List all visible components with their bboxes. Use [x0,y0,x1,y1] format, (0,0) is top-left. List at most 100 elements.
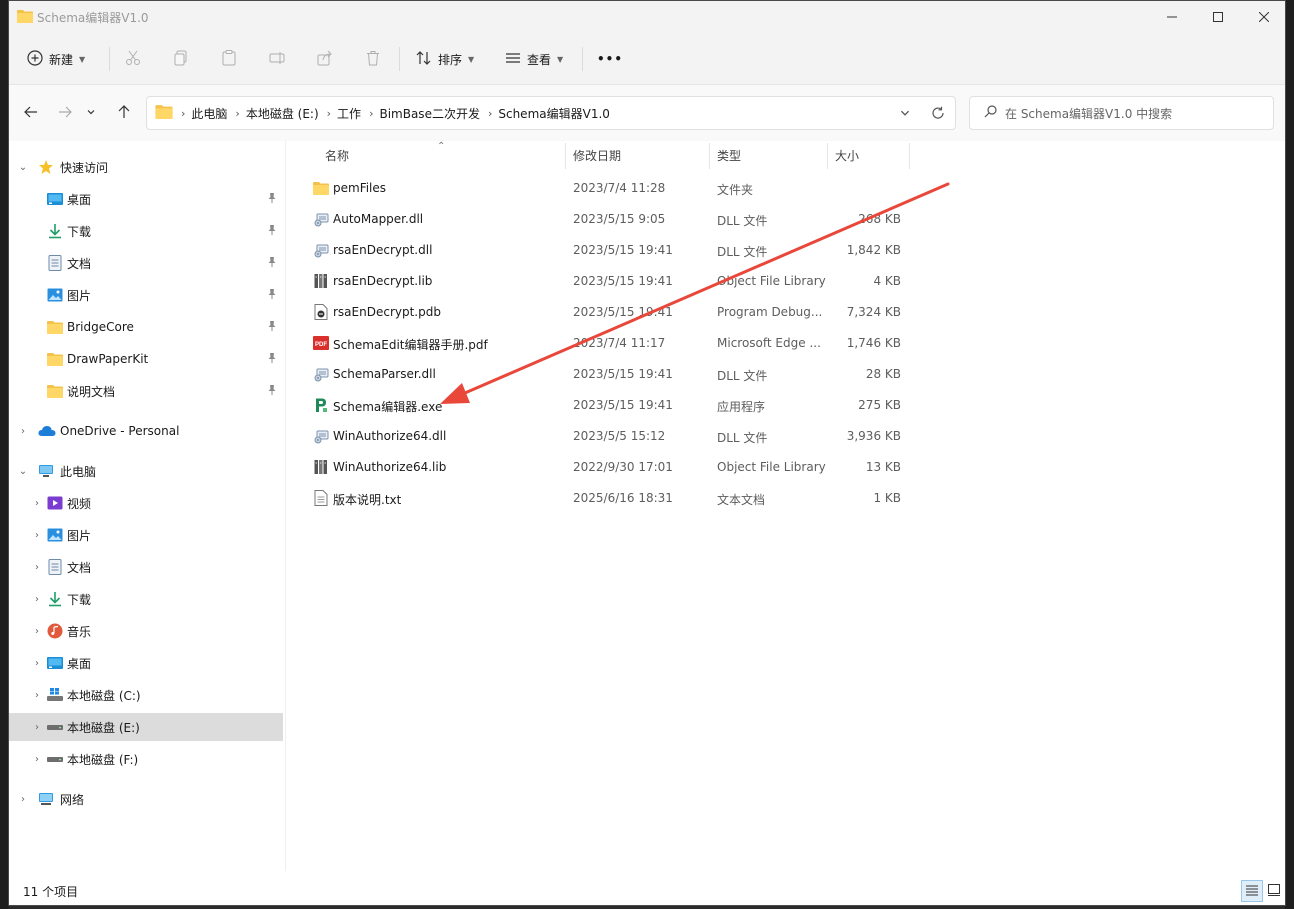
sidebar-item-this-pc[interactable]: ⌄ 此电脑 [9,457,283,485]
column-divider[interactable] [565,143,566,169]
sidebar-item-desktop-0[interactable]: 桌面 [9,185,283,213]
sidebar-item-download-3[interactable]: › 下载 [9,585,283,613]
close-button[interactable] [1241,1,1285,33]
address-bar[interactable]: › 此电脑 › 本地磁盘 (E:) › 工作 › BimBase二次开发 › S… [146,96,956,130]
sidebar-item-folder-5[interactable]: DrawPaperKit [9,345,283,373]
delete-button[interactable] [365,43,381,75]
chevron-right-icon[interactable]: › [31,497,43,509]
breadcrumb-drive-e[interactable]: 本地磁盘 (E:) [246,105,319,122]
chevron-right-icon[interactable]: › [235,107,239,120]
breadcrumb-this-pc[interactable]: 此电脑 [191,105,227,122]
file-row[interactable]: SchemaParser.dll 2023/5/15 19:41 DLL 文件 28 … [295,359,915,390]
pin-icon[interactable] [267,352,277,367]
sidebar-item-download-1[interactable]: 下载 [9,217,283,245]
column-header-name[interactable]: 名称 [325,141,349,169]
lib-icon [313,459,329,475]
view-button[interactable]: 查看 ▼ [505,43,563,75]
chevron-right-icon[interactable]: › [31,593,43,605]
pin-icon[interactable] [267,288,277,303]
copy-button[interactable] [173,43,189,75]
rename-button[interactable] [269,43,285,75]
chevron-down-icon[interactable]: ⌄ [17,161,29,173]
column-header-type[interactable]: 类型 [717,141,741,169]
sidebar-item-folder-6[interactable]: 说明文档 [9,377,283,405]
back-button[interactable] [17,99,45,127]
chevron-right-icon[interactable]: › [31,561,43,573]
minimize-button[interactable] [1149,1,1195,33]
breadcrumb-current[interactable]: Schema编辑器V1.0 [498,105,610,122]
tiles-view-button[interactable] [1263,880,1285,902]
new-button[interactable]: 新建 ▼ [27,43,85,75]
column-divider[interactable] [909,143,910,169]
chevron-right-icon[interactable]: › [31,753,43,765]
file-row[interactable]: rsaEnDecrypt.dll 2023/5/15 19:41 DLL 文件 1,8… [295,235,915,266]
column-header-size[interactable]: 大小 [835,141,859,169]
details-view-button[interactable] [1241,880,1263,902]
file-row[interactable]: AutoMapper.dll 2023/5/15 9:05 DLL 文件 268 KB [295,204,915,235]
chevron-right-icon[interactable]: › [488,107,492,120]
sidebar-item-onedrive[interactable]: › OneDrive - Personal [9,417,283,445]
column-header-date[interactable]: 修改日期 [573,141,621,169]
sort-button[interactable]: 排序 ▼ [416,43,474,75]
file-row[interactable]: 版本说明.txt 2025/6/16 18:31 文本文档 1 KB [295,483,915,514]
cut-button[interactable] [125,43,141,75]
chevron-right-icon[interactable]: › [327,107,331,120]
pin-icon[interactable] [267,384,277,399]
file-row[interactable]: rsaEnDecrypt.pdb 2023/5/15 19:41 Program D… [295,297,915,328]
maximize-button[interactable] [1195,1,1241,33]
paste-button[interactable] [221,43,237,75]
file-row[interactable]: WinAuthorize64.dll 2023/5/5 15:12 DLL 文件 3,… [295,421,915,452]
file-row[interactable]: WinAuthorize64.lib 2022/9/30 17:01 Object … [295,452,915,483]
sidebar-item-network[interactable]: › 网络 [9,785,283,813]
breadcrumb-bimbase[interactable]: BimBase二次开发 [379,105,479,122]
sidebar-item-document-2[interactable]: 文档 [9,249,283,277]
sidebar-item-drive-7[interactable]: › 本地磁盘 (E:) [9,713,283,741]
refresh-button[interactable] [931,106,945,123]
up-button[interactable] [110,99,138,127]
sidebar-item-document-2[interactable]: › 文档 [9,553,283,581]
chevron-right-icon[interactable]: › [31,529,43,541]
address-history-button[interactable] [899,107,911,122]
chevron-right-icon[interactable]: › [31,625,43,637]
sidebar-item-label: 图片 [67,528,92,543]
chevron-right-icon[interactable]: › [369,107,373,120]
search-input[interactable]: 在 Schema编辑器V1.0 中搜索 [969,96,1274,130]
file-row[interactable]: PDF SchemaEdit编辑器手册.pdf 2023/7/4 11:17 Micr… [295,328,915,359]
share-button[interactable] [317,43,333,75]
chevron-right-icon[interactable]: › [31,689,43,701]
sidebar-item-music-4[interactable]: › 音乐 [9,617,283,645]
file-row[interactable]: pemFiles 2023/7/4 11:28 文件夹 [295,173,915,204]
sidebar-item-drive-8[interactable]: › 本地磁盘 (F:) [9,745,283,773]
sidebar-item-folder-4[interactable]: BridgeCore [9,313,283,341]
pin-icon[interactable] [267,192,277,207]
pin-icon[interactable] [267,256,277,271]
chevron-down-icon[interactable]: ⌄ [17,465,29,477]
file-list: ⌃ 名称 修改日期 类型 大小 pemFiles 2023/7/4 11:28 文件… [295,141,1285,861]
column-divider[interactable] [709,143,710,169]
forward-button[interactable] [51,99,79,127]
sidebar-item-quick-access[interactable]: ⌄ 快速访问 [9,153,283,181]
file-row[interactable]: rsaEnDecrypt.lib 2023/5/15 19:41 Object Fi… [295,266,915,297]
sidebar-item-desktop-5[interactable]: › 桌面 [9,649,283,677]
chevron-right-icon[interactable]: › [17,793,29,805]
cloud-icon [38,423,56,439]
svg-text:PDF: PDF [315,342,327,348]
pin-icon[interactable] [267,320,277,335]
file-row[interactable]: Schema编辑器.exe 2023/5/15 19:41 应用程序 275 KB [295,390,915,421]
more-options-button[interactable]: ••• [597,43,623,75]
file-size: 268 KB [858,212,901,226]
chevron-right-icon[interactable]: › [31,657,43,669]
pane-divider[interactable] [285,141,286,871]
sidebar-item-picture-3[interactable]: 图片 [9,281,283,309]
recent-locations-button[interactable] [81,99,101,127]
pin-icon[interactable] [267,224,277,239]
chevron-right-icon[interactable]: › [17,425,29,437]
sidebar-item-windows-drive-6[interactable]: › 本地磁盘 (C:) [9,681,283,709]
sidebar-item-video-0[interactable]: › 视频 [9,489,283,517]
sidebar-item-picture-1[interactable]: › 图片 [9,521,283,549]
column-divider[interactable] [827,143,828,169]
file-type: 文本文档 [717,493,766,507]
chevron-right-icon[interactable]: › [31,721,43,733]
breadcrumb-work[interactable]: 工作 [337,105,361,122]
file-size: 1 KB [873,491,901,505]
